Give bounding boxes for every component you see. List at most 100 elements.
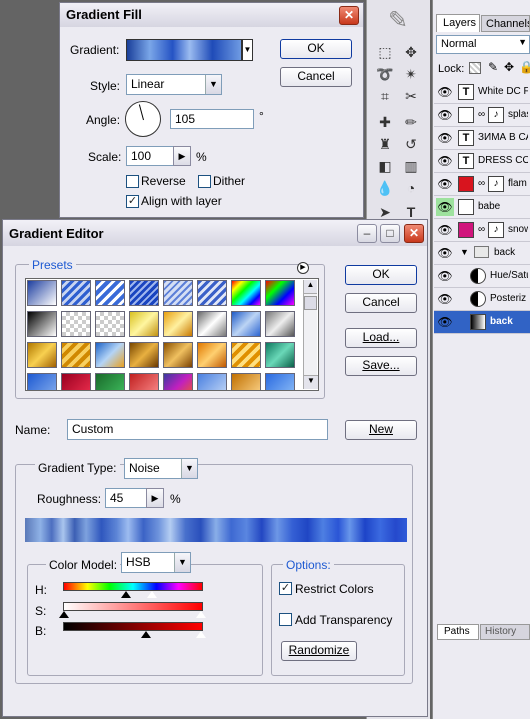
saturation-min-handle[interactable]	[59, 611, 69, 618]
preset-swatch[interactable]	[27, 373, 57, 390]
saturation-max-handle[interactable]	[196, 611, 206, 618]
preset-swatch[interactable]	[129, 342, 159, 368]
preset-swatch[interactable]	[61, 342, 91, 368]
move-tool-icon[interactable]: ✥	[400, 44, 422, 64]
roughness-input[interactable]: 45	[105, 488, 149, 508]
minimize-icon[interactable]: –	[357, 224, 377, 243]
maximize-icon[interactable]: □	[380, 224, 400, 243]
cancel-button[interactable]: Cancel	[345, 293, 417, 313]
preset-swatch[interactable]	[197, 311, 227, 337]
presets-menu-icon[interactable]: ▶	[297, 262, 309, 274]
preset-swatch[interactable]	[163, 280, 193, 306]
brush-tool-icon[interactable]: ✏	[400, 114, 422, 134]
tab-paths[interactable]: Paths	[437, 624, 479, 640]
layer-row[interactable]: 👁 T White DC F	[434, 81, 530, 104]
eye-icon[interactable]: 👁	[436, 152, 454, 170]
lock-all-icon[interactable]: 🔒	[519, 60, 530, 74]
preset-swatch[interactable]	[265, 280, 295, 306]
eye-icon[interactable]: 👁	[436, 244, 454, 262]
marquee-tool-icon[interactable]: ⬚	[374, 44, 396, 64]
eye-icon[interactable]: 👁	[436, 198, 454, 216]
preset-swatch[interactable]	[197, 280, 227, 306]
hue-min-handle[interactable]	[121, 591, 131, 598]
preset-swatch[interactable]	[61, 280, 91, 306]
lasso-tool-icon[interactable]: ➰	[374, 66, 396, 86]
preset-swatch[interactable]	[265, 342, 295, 368]
add-transparency-checkbox[interactable]	[279, 613, 292, 626]
layer-row[interactable]: 👁 Posteriz	[434, 288, 530, 311]
healing-brush-icon[interactable]: ✚	[374, 114, 396, 134]
scroll-thumb[interactable]	[304, 296, 317, 310]
preset-swatch[interactable]	[231, 342, 261, 368]
preset-swatch[interactable]	[95, 311, 125, 337]
preset-swatch[interactable]	[197, 342, 227, 368]
preset-swatch[interactable]	[231, 373, 261, 390]
roughness-stepper[interactable]: ▶	[146, 488, 164, 508]
layer-row[interactable]: 👁 back	[434, 311, 530, 334]
color-model-select[interactable]: HSB ▼	[121, 552, 191, 573]
dither-checkbox[interactable]	[198, 175, 211, 188]
ok-button[interactable]: OK	[280, 39, 352, 59]
tab-layers[interactable]: Layers	[436, 14, 480, 32]
close-icon[interactable]: ✕	[404, 224, 424, 243]
eye-icon[interactable]: 👁	[436, 129, 454, 147]
preset-swatch[interactable]	[197, 373, 227, 390]
new-button[interactable]: New	[345, 420, 417, 440]
tab-history[interactable]: History	[480, 624, 530, 640]
randomize-button[interactable]: Randomize	[281, 641, 357, 661]
eye-icon[interactable]: 👁	[436, 175, 454, 193]
preset-swatch[interactable]	[129, 373, 159, 390]
lock-transparency-icon[interactable]	[469, 62, 481, 74]
eye-icon[interactable]: 👁	[436, 106, 454, 124]
layer-row[interactable]: 👁 T ЗИМА В СА	[434, 127, 530, 150]
scale-stepper[interactable]: ▶	[173, 146, 191, 166]
eye-icon[interactable]: 👁	[436, 267, 454, 285]
crop-tool-icon[interactable]: ⌗	[374, 88, 396, 108]
slice-tool-icon[interactable]: ✂	[400, 88, 422, 108]
eye-icon[interactable]: 👁	[436, 221, 454, 239]
hue-max-handle[interactable]	[147, 591, 157, 598]
gradient-tool-icon[interactable]: ▥	[400, 158, 422, 178]
save-button[interactable]: Save...	[345, 356, 417, 376]
layer-row[interactable]: 👁 babe	[434, 196, 530, 219]
dodge-tool-icon[interactable]: ◔	[400, 180, 422, 200]
layer-row[interactable]: 👁T DRESS COD	[434, 150, 530, 173]
blur-tool-icon[interactable]: 💧	[374, 180, 396, 200]
brightness-min-handle[interactable]	[141, 631, 151, 638]
history-brush-icon[interactable]: ↺	[400, 136, 422, 156]
angle-dial[interactable]	[125, 101, 161, 137]
preset-swatch[interactable]	[163, 342, 193, 368]
reverse-checkbox[interactable]	[126, 175, 139, 188]
preset-swatch[interactable]	[265, 311, 295, 337]
style-select[interactable]: Linear ▼	[126, 74, 222, 95]
preset-swatch[interactable]	[265, 373, 295, 390]
preset-swatch[interactable]	[129, 311, 159, 337]
align-checkbox[interactable]: ✓	[126, 195, 139, 208]
layer-row[interactable]: 👁 ∞♪ splas	[434, 104, 530, 127]
eye-icon[interactable]: 👁	[436, 83, 454, 101]
layer-row[interactable]: 👁 Hue/Satu	[434, 265, 530, 288]
preset-swatch[interactable]	[61, 311, 91, 337]
tab-channels[interactable]: Channels	[481, 15, 530, 32]
preset-swatch[interactable]	[27, 280, 57, 306]
preset-swatch[interactable]	[27, 311, 57, 337]
chevron-down-icon[interactable]: ▼	[460, 247, 469, 257]
brightness-max-handle[interactable]	[196, 631, 206, 638]
layer-row[interactable]: 👁 ▼ back	[434, 242, 530, 265]
lock-position-icon[interactable]: ✥	[504, 60, 514, 74]
scroll-down-icon[interactable]: ▼	[304, 375, 318, 389]
stamp-tool-icon[interactable]: ♜	[374, 136, 396, 156]
layer-row[interactable]: 👁 ∞ ♪ flam	[434, 173, 530, 196]
preset-swatch[interactable]	[129, 280, 159, 306]
preset-swatch[interactable]	[27, 342, 57, 368]
preset-swatch[interactable]	[95, 280, 125, 306]
gradient-preview[interactable]	[126, 39, 242, 61]
load-button[interactable]: Load...	[345, 328, 417, 348]
gradient-dropdown-arrow[interactable]: ▼	[242, 39, 253, 61]
angle-input[interactable]: 105	[170, 109, 254, 129]
ok-button[interactable]: OK	[345, 265, 417, 285]
eraser-tool-icon[interactable]: ◧	[374, 158, 396, 178]
eye-icon[interactable]: 👁	[436, 313, 454, 331]
close-icon[interactable]: ✕	[339, 6, 359, 25]
preset-swatch[interactable]	[231, 280, 261, 306]
